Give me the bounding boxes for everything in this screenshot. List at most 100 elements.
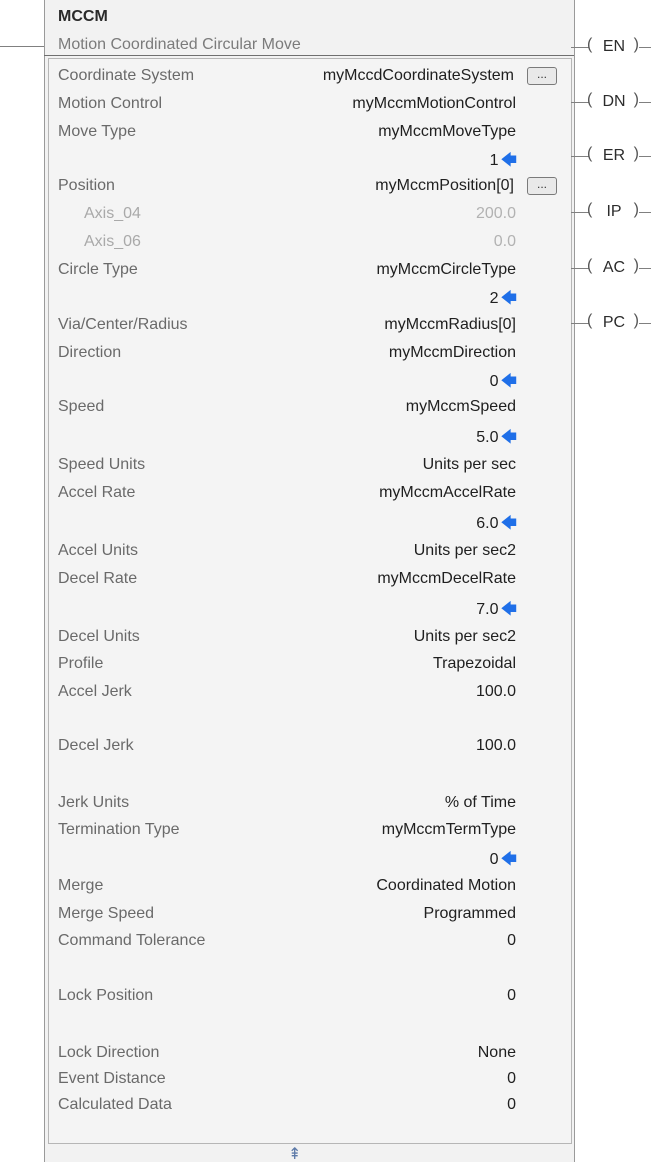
param-label-accel-rate: Accel Rate: [58, 484, 136, 501]
position-browse-button[interactable]: ...: [527, 177, 557, 195]
speed-current: 5.0 🡄: [476, 426, 517, 453]
output-pin-en[interactable]: ( EN ): [571, 36, 651, 58]
termination-type-current-value: 0: [489, 851, 499, 868]
pin-line: [639, 212, 651, 213]
pin-label-ac: AC: [602, 259, 626, 276]
circle-type-current-value: 2: [489, 290, 499, 307]
output-pin-dn[interactable]: ( DN ): [571, 91, 651, 113]
pin-line: [639, 102, 651, 103]
pin-label-pc: PC: [602, 314, 626, 331]
pin-bracket-right: ): [633, 36, 639, 53]
pin-label-dn: DN: [602, 93, 626, 110]
param-label-via-center-radius: Via/Center/Radius: [58, 316, 188, 333]
decel-rate-current-value: 7.0: [476, 601, 499, 618]
param-value-decel-jerk[interactable]: 100.0: [476, 737, 516, 755]
rung-input-line: [0, 46, 44, 47]
move-type-current: 1 🡄: [490, 149, 517, 176]
pin-bracket-left: (: [587, 36, 593, 53]
param-value-speed-units[interactable]: Units per sec: [423, 456, 516, 474]
direction-current: 0 🡄: [490, 370, 517, 397]
pin-bracket-left: (: [587, 145, 593, 162]
param-label-accel-units: Accel Units: [58, 542, 139, 559]
decel-rate-current: 7.0 🡄: [476, 598, 517, 625]
param-value-calculated-data[interactable]: 0: [507, 1096, 516, 1114]
param-label-command-tolerance: Command Tolerance: [58, 932, 206, 949]
param-label-termination-type: Termination Type: [58, 821, 180, 838]
left-arrow-icon: 🡄: [500, 515, 517, 532]
instruction-description: Motion Coordinated Circular Move: [58, 36, 301, 53]
pin-label-er: ER: [602, 147, 626, 164]
param-value-direction[interactable]: myMccmDirection: [389, 344, 516, 362]
param-label-profile: Profile: [58, 655, 104, 672]
param-label-axis-06: Axis_06: [84, 233, 141, 250]
param-value-accel-jerk[interactable]: 100.0: [476, 683, 516, 701]
param-label-move-type: Move Type: [58, 123, 136, 140]
pin-line: [639, 156, 651, 157]
coordinate-system-browse-button[interactable]: ...: [527, 67, 557, 85]
param-label-speed-units: Speed Units: [58, 456, 146, 473]
param-value-merge[interactable]: Coordinated Motion: [376, 877, 516, 895]
param-value-speed[interactable]: myMccmSpeed: [406, 398, 516, 416]
left-arrow-icon: 🡄: [500, 152, 517, 169]
pin-line: [639, 47, 651, 48]
pin-line: [639, 268, 651, 269]
output-pin-er[interactable]: ( ER ): [571, 145, 651, 167]
output-pin-pc[interactable]: ( PC ): [571, 312, 651, 334]
param-value-merge-speed[interactable]: Programmed: [424, 905, 516, 923]
param-label-circle-type: Circle Type: [58, 261, 138, 278]
left-arrow-icon: 🡄: [500, 373, 517, 390]
param-value-coordinate-system[interactable]: myMccdCoordinateSystem: [323, 67, 514, 85]
param-label-accel-jerk: Accel Jerk: [58, 683, 132, 700]
param-value-accel-units[interactable]: Units per sec2: [414, 542, 516, 560]
double-chevron-up-icon[interactable]: ⇞: [288, 1144, 301, 1164]
param-value-decel-rate[interactable]: myMccmDecelRate: [377, 570, 516, 588]
param-label-decel-units: Decel Units: [58, 628, 140, 645]
pin-bracket-right: ): [633, 145, 639, 162]
pin-bracket-left: (: [587, 201, 593, 218]
circle-type-current: 2 🡄: [490, 287, 517, 314]
param-label-lock-position: Lock Position: [58, 987, 154, 1004]
param-value-axis-06: 0.0: [493, 233, 516, 250]
param-value-position[interactable]: myMccmPosition[0]: [375, 177, 514, 195]
pin-bracket-right: ): [633, 201, 639, 218]
param-label-event-distance: Event Distance: [58, 1070, 166, 1087]
param-value-circle-type[interactable]: myMccmCircleType: [376, 261, 516, 279]
param-label-calculated-data: Calculated Data: [58, 1096, 172, 1113]
param-label-jerk-units: Jerk Units: [58, 794, 130, 811]
output-pin-ip[interactable]: ( IP ): [571, 201, 651, 223]
accel-rate-current-value: 6.0: [476, 515, 499, 532]
param-value-profile[interactable]: Trapezoidal: [433, 655, 516, 673]
param-value-event-distance[interactable]: 0: [507, 1070, 516, 1088]
pin-bracket-left: (: [587, 91, 593, 108]
left-arrow-icon: 🡄: [500, 290, 517, 307]
param-label-axis-04: Axis_04: [84, 205, 141, 222]
param-label-motion-control: Motion Control: [58, 95, 163, 112]
param-value-lock-direction[interactable]: None: [478, 1044, 516, 1062]
param-value-motion-control[interactable]: myMccmMotionControl: [352, 95, 516, 113]
param-label-decel-rate: Decel Rate: [58, 570, 138, 587]
output-pin-ac[interactable]: ( AC ): [571, 257, 651, 279]
accel-rate-current: 6.0 🡄: [476, 512, 517, 539]
param-value-lock-position[interactable]: 0: [507, 987, 516, 1005]
param-label-merge-speed: Merge Speed: [58, 905, 155, 922]
left-arrow-icon: 🡄: [500, 429, 517, 446]
pin-line: [639, 323, 651, 324]
pin-bracket-right: ): [633, 91, 639, 108]
param-value-via-center-radius[interactable]: myMccmRadius[0]: [384, 316, 516, 334]
param-value-accel-rate[interactable]: myMccmAccelRate: [379, 484, 516, 502]
pin-label-ip: IP: [606, 203, 622, 220]
param-value-move-type[interactable]: myMccmMoveType: [378, 123, 516, 141]
param-label-position: Position: [58, 177, 115, 194]
direction-current-value: 0: [489, 373, 499, 390]
param-label-lock-direction: Lock Direction: [58, 1044, 160, 1061]
left-arrow-icon: 🡄: [500, 851, 517, 868]
param-value-jerk-units[interactable]: % of Time: [445, 794, 516, 812]
pin-bracket-right: ): [633, 312, 639, 329]
speed-current-value: 5.0: [476, 429, 499, 446]
pin-bracket-right: ): [633, 257, 639, 274]
header-divider: [44, 55, 574, 56]
param-value-command-tolerance[interactable]: 0: [507, 932, 516, 950]
param-value-decel-units[interactable]: Units per sec2: [414, 628, 516, 646]
param-value-termination-type[interactable]: myMccmTermType: [382, 821, 516, 839]
param-label-coordinate-system: Coordinate System: [58, 67, 195, 84]
